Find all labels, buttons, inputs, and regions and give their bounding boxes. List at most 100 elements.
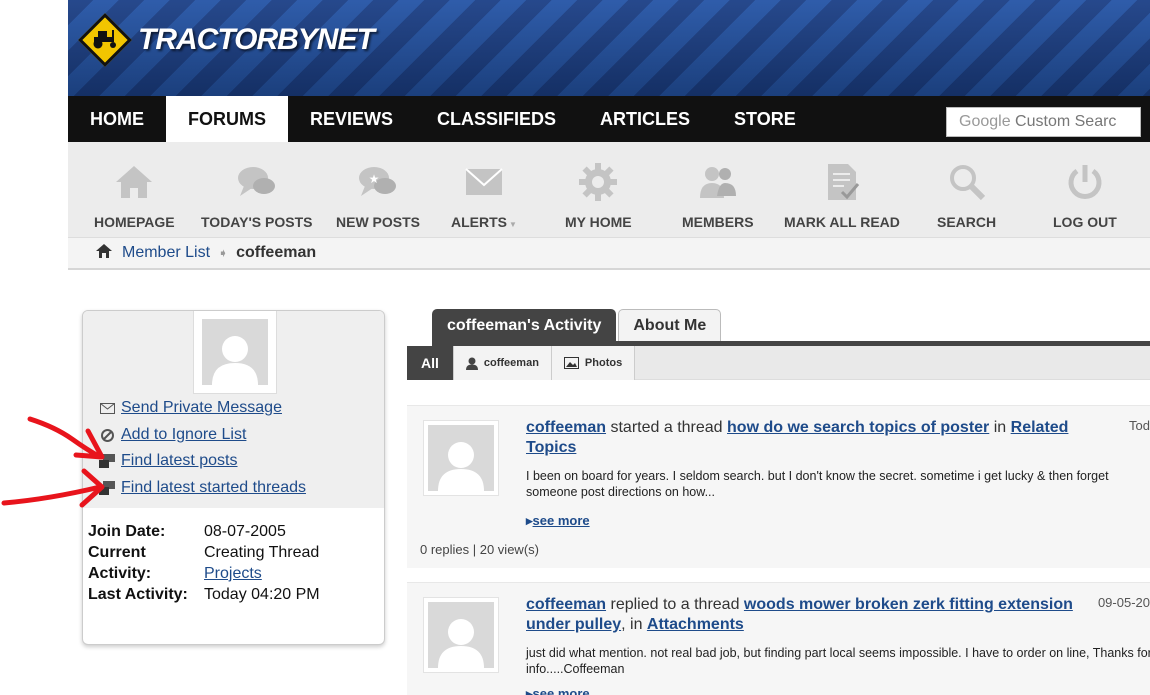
last-activity-label: Last Activity: — [88, 586, 188, 603]
activity-in: , in — [621, 616, 643, 633]
see-more-label: see more — [532, 686, 590, 695]
filter-all[interactable]: All — [407, 346, 454, 380]
join-date-label: Join Date: — [88, 523, 166, 540]
search-placeholder: Custom Searc — [1015, 113, 1117, 130]
activity-user-link[interactable]: coffeeman — [526, 419, 606, 436]
gear-icon — [578, 162, 618, 202]
svg-text:★: ★ — [369, 172, 380, 186]
tab-about-me[interactable]: About Me — [618, 309, 722, 341]
toolbar-members[interactable]: MEMBERS — [682, 162, 754, 230]
toolbar-homepage-label: HOMEPAGE — [94, 214, 175, 230]
power-icon — [1065, 162, 1105, 202]
envelope-icon — [464, 162, 504, 202]
toolbar-my-home[interactable]: MY HOME — [565, 162, 632, 230]
add-to-ignore-list-label: Add to Ignore List — [121, 426, 247, 443]
nav-classifieds[interactable]: CLASSIFIEDS — [415, 96, 578, 142]
current-activity-label: Current Activity: — [88, 544, 152, 582]
avatar — [423, 420, 499, 496]
activity-date: Tod — [1129, 418, 1150, 433]
google-brand: Google — [959, 113, 1011, 130]
toolbar-todays-posts[interactable]: TODAY'S POSTS — [201, 162, 312, 230]
page: TRACTORBYNET HOME FORUMS REVIEWS CLASSIF… — [0, 0, 1150, 695]
profile-tabs: coffeeman's Activity About Me — [432, 309, 723, 341]
toolbar-new-posts-label: NEW POSTS — [336, 214, 421, 230]
filter-user[interactable]: coffeeman — [453, 346, 552, 380]
see-more-link[interactable]: ▸see more — [526, 686, 590, 695]
main-nav: HOME FORUMS REVIEWS CLASSIFIEDS ARTICLES… — [68, 96, 1150, 142]
new-posts-icon: ★ — [357, 162, 399, 202]
toolbar-members-label: MEMBERS — [682, 214, 754, 230]
nav-reviews[interactable]: REVIEWS — [288, 96, 415, 142]
avatar — [193, 311, 277, 394]
activity-action: replied to a thread — [610, 596, 740, 613]
chat-bubbles-icon — [236, 162, 278, 202]
activity-action: started a thread — [610, 419, 723, 436]
breadcrumb-current: coffeeman — [236, 244, 317, 261]
tractor-logo-icon — [78, 13, 132, 67]
activity-excerpt: I been on board for years. I seldom sear… — [526, 469, 1109, 499]
activity-date: 09-05-20 — [1097, 595, 1150, 610]
last-activity-value: Today 04:20 PM — [204, 586, 320, 603]
activity-item: coffeeman started a thread how do we sea… — [407, 405, 1150, 568]
nav-store[interactable]: STORE — [712, 96, 818, 142]
nav-articles[interactable]: ARTICLES — [578, 96, 712, 142]
user-icon — [465, 357, 478, 370]
toolbar-alerts[interactable]: ALERTS ▼ — [451, 162, 517, 230]
activity-filter-bar: All coffeeman Photos — [407, 346, 1150, 380]
activity-title: coffeeman started a thread how do we sea… — [526, 418, 1096, 458]
activity-thread-link[interactable]: woods mower broken zerk fitting extensio… — [526, 596, 1073, 633]
activity-in: in — [993, 419, 1007, 436]
search-input[interactable]: Google Custom Searc — [946, 107, 1141, 137]
filter-photos[interactable]: Photos — [551, 346, 636, 380]
toolbar-homepage[interactable]: HOMEPAGE — [94, 162, 175, 230]
activity-stats: 0 replies | 20 view(s) — [420, 542, 539, 557]
see-more-label: see more — [532, 513, 590, 528]
tab-activity[interactable]: coffeeman's Activity — [432, 309, 617, 341]
red-annotation-arrows — [1, 416, 105, 508]
home-icon[interactable] — [96, 243, 112, 263]
add-to-ignore-list-link[interactable]: Add to Ignore List — [99, 426, 246, 444]
toolbar-mark-all-read[interactable]: MARK ALL READ — [784, 162, 900, 230]
breadcrumb: Member List ➧ coffeeman — [68, 238, 1150, 270]
activity-thread-link[interactable]: how do we search topics of poster — [727, 419, 989, 436]
find-latest-threads-label: Find latest started threads — [121, 479, 306, 496]
avatar — [423, 597, 499, 673]
toolbar-mark-all-read-label: MARK ALL READ — [784, 214, 900, 230]
activity-forum-link[interactable]: Attachments — [647, 616, 744, 633]
activity-item: coffeeman replied to a thread woods mowe… — [407, 582, 1150, 695]
breadcrumb-member-list[interactable]: Member List — [122, 244, 210, 262]
profile-stats: Join Date: 08-07-2005 Current Activity: C… — [88, 521, 320, 605]
profile-card: Send Private Message Add to Ignore List … — [82, 310, 385, 645]
current-activity-link[interactable]: Projects — [204, 565, 262, 582]
nav-forums[interactable]: FORUMS — [166, 96, 288, 142]
send-private-message-link[interactable]: Send Private Message — [99, 399, 282, 417]
find-latest-threads-link[interactable]: Find latest started threads — [99, 479, 306, 497]
toolbar-todays-posts-label: TODAY'S POSTS — [201, 214, 313, 230]
house-icon — [114, 162, 154, 202]
members-icon — [697, 162, 739, 202]
site-banner: TRACTORBYNET — [68, 0, 1150, 96]
see-more-link[interactable]: ▸see more — [526, 513, 590, 529]
breadcrumb-separator-icon: ➧ — [218, 246, 229, 260]
toolbar-alerts-label: ALERTS — [451, 214, 507, 230]
toolbar-log-out[interactable]: LOG OUT — [1053, 162, 1117, 230]
join-date-value: 08-07-2005 — [204, 523, 286, 540]
magnifier-icon — [947, 162, 987, 202]
toolbar-log-out-label: LOG OUT — [1053, 214, 1117, 230]
activity-title: coffeeman replied to a thread woods mowe… — [526, 595, 1096, 635]
chevron-down-icon: ▼ — [509, 220, 517, 229]
toolbar-search-label: SEARCH — [937, 214, 997, 230]
site-logo[interactable]: TRACTORBYNET — [78, 10, 375, 70]
filter-photos-label: Photos — [584, 357, 623, 369]
nav-home[interactable]: HOME — [68, 96, 166, 142]
find-latest-posts-label: Find latest posts — [121, 452, 238, 469]
activity-user-link[interactable]: coffeeman — [526, 596, 606, 613]
checked-document-icon — [824, 162, 860, 202]
filter-user-label: coffeeman — [483, 357, 539, 369]
photo-icon — [563, 357, 579, 369]
toolbar-my-home-label: MY HOME — [565, 214, 632, 230]
toolbar-new-posts[interactable]: ★ NEW POSTS — [336, 162, 420, 230]
toolbar-search[interactable]: SEARCH — [937, 162, 996, 230]
forum-toolbar: HOMEPAGE TODAY'S POSTS ★ NEW POSTS ALERT… — [68, 142, 1150, 238]
current-activity-value: Creating Thread — [204, 544, 320, 561]
